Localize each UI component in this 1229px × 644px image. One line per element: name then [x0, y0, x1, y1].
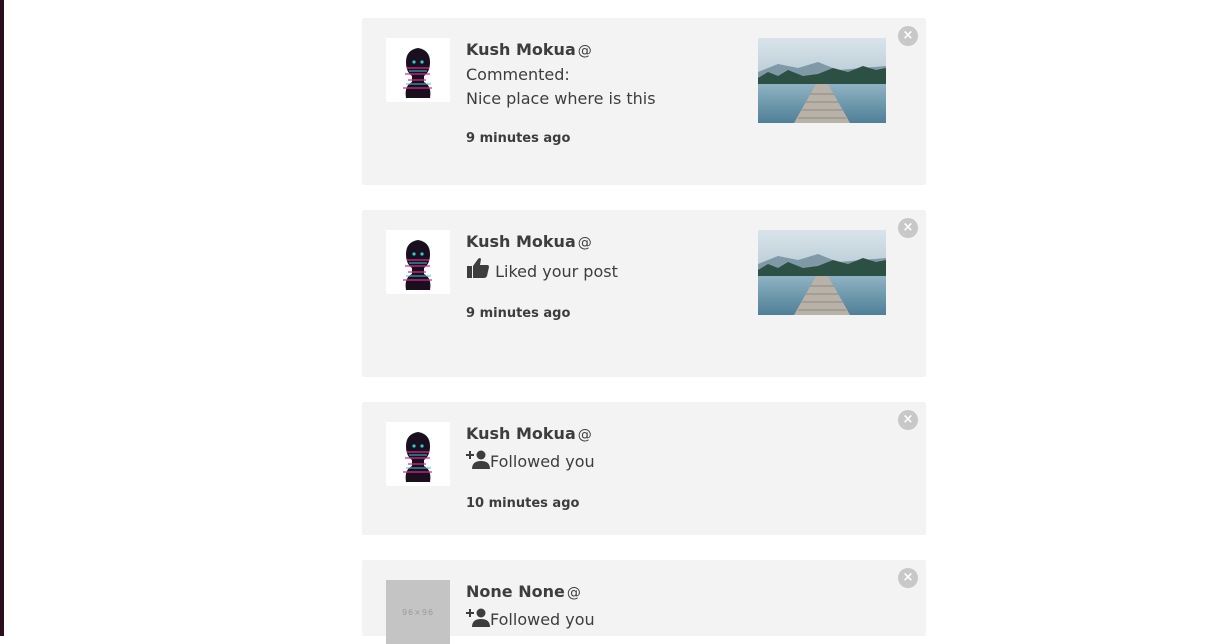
- post-thumbnail[interactable]: [758, 230, 886, 315]
- add-person-icon: [466, 607, 490, 634]
- notification-card: 96×96 None None @ Followed you ×: [362, 560, 926, 644]
- avatar[interactable]: [386, 422, 450, 486]
- at-symbol: @: [566, 585, 581, 601]
- user-name[interactable]: Kush Mokua: [466, 424, 576, 443]
- user-name-line[interactable]: Kush Mokua @: [466, 40, 746, 61]
- timestamp: 9 minutes ago: [466, 131, 571, 146]
- avatar[interactable]: [386, 230, 450, 294]
- dismiss-button[interactable]: ×: [898, 568, 918, 588]
- action-text: Liked your post: [495, 262, 618, 281]
- user-name-line[interactable]: None None @: [466, 582, 746, 603]
- action-line: Followed you: [466, 449, 746, 476]
- avatar-placeholder-text: 96×96: [401, 607, 435, 617]
- timestamp: 9 minutes ago: [466, 306, 571, 321]
- comment-text: Nice place where is this: [466, 89, 656, 108]
- left-window-edge: [0, 0, 4, 636]
- post-thumbnail[interactable]: [758, 38, 886, 123]
- avatar-placeholder[interactable]: 96×96: [386, 580, 450, 644]
- avatar[interactable]: [386, 38, 450, 102]
- action-text: Followed you: [490, 610, 595, 629]
- user-name[interactable]: Kush Mokua: [466, 232, 576, 251]
- action-line: Followed you: [466, 607, 746, 634]
- user-name[interactable]: Kush Mokua: [466, 40, 576, 59]
- action-label: Commented:: [466, 65, 570, 84]
- dismiss-button[interactable]: ×: [898, 26, 918, 46]
- dismiss-button[interactable]: ×: [898, 218, 918, 238]
- notification-card: Kush Mokua @ Liked your post 9 minutes ag…: [362, 210, 926, 377]
- timestamp: 10 minutes ago: [466, 496, 580, 511]
- user-name[interactable]: None None: [466, 582, 565, 601]
- thumbs-up-icon: [466, 257, 490, 286]
- at-symbol: @: [577, 427, 592, 443]
- action-text: Followed you: [490, 452, 595, 471]
- at-symbol: @: [577, 43, 592, 59]
- action-line: Liked your post: [466, 257, 746, 286]
- notification-card: Kush Mokua @ Followed you 10 minutes ago …: [362, 402, 926, 535]
- user-name-line[interactable]: Kush Mokua @: [466, 424, 746, 445]
- add-person-icon: [466, 449, 490, 476]
- user-name-line[interactable]: Kush Mokua @: [466, 232, 746, 253]
- at-symbol: @: [577, 235, 592, 251]
- notification-card: Kush Mokua @ Commented: Nice place where …: [362, 18, 926, 185]
- dismiss-button[interactable]: ×: [898, 410, 918, 430]
